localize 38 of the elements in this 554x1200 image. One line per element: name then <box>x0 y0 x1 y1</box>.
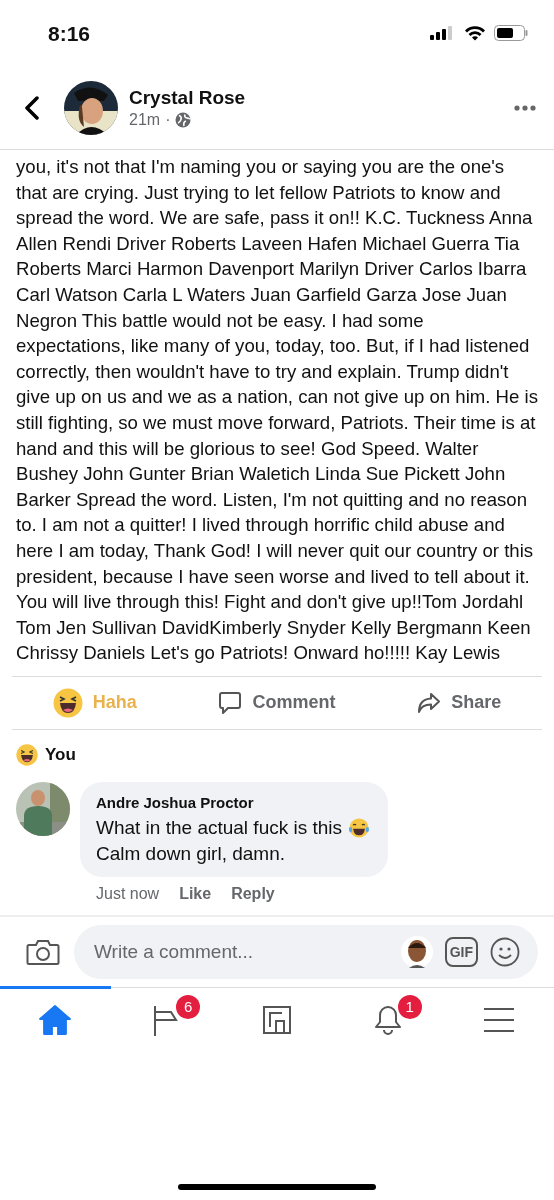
comment-action-link[interactable]: Reply <box>231 884 275 903</box>
comment-text: Calm down girl, damn. <box>96 842 287 865</box>
post-action-button[interactable]: Share <box>409 676 510 729</box>
laughing-face-icon <box>52 687 83 718</box>
comment-action-link[interactable]: Like <box>179 884 212 903</box>
post-time: 21m <box>129 110 161 129</box>
back-icon[interactable] <box>24 95 40 120</box>
camera-icon[interactable] <box>26 937 60 966</box>
menu-icon <box>483 1006 514 1033</box>
home-icon <box>39 1004 72 1035</box>
more-icon[interactable] <box>514 104 536 111</box>
laughing-face-icon <box>16 743 38 766</box>
tears-of-joy-icon <box>348 816 371 839</box>
nav-tab[interactable]: 6 <box>110 985 222 1051</box>
globe-icon <box>175 111 192 128</box>
share-arrow-icon <box>417 691 442 714</box>
author-name[interactable]: Crystal Rose <box>129 86 514 109</box>
separator-dot: · <box>165 110 171 129</box>
flag-icon <box>153 1003 180 1036</box>
avatar-icon[interactable] <box>400 935 433 968</box>
reaction-names[interactable]: You <box>45 744 76 765</box>
notification-badge: 6 <box>176 994 201 1019</box>
gif-button[interactable]: GIF <box>444 936 478 967</box>
commenter-name[interactable]: Andre Joshua Proctor <box>96 793 371 811</box>
comment-input-field[interactable]: Write a comment... GIF <box>74 924 538 979</box>
post-action-button[interactable]: Comment <box>210 676 344 729</box>
smiley-icon[interactable] <box>490 936 520 967</box>
status-time: 8:16 <box>48 22 91 46</box>
battery-icon <box>494 25 528 41</box>
notification-badge: 1 <box>397 994 422 1019</box>
gaming-icon <box>262 1004 292 1035</box>
speech-bubble-icon <box>218 690 243 715</box>
post-text: you, it's not that I'm naming you or saying you are the one's that are crying. Just trying to let fellow Patriots to know and spread the word. We are safe, pass it on!! K.C. Tuckness Anna Allen Rendi Driver Roberts Laveen Hafen Michael Guerra Tia Roberts Marci Harmon Davenport Marilyn Driver Carlos Ibarra Carl Watson Carla L Waters Juan Garfield Garza Jose Juan Negron This battle would not be easy. I had some expectations, like many of you, today, too. But, if I had listened correctly, then wouldn't have to try and explain. Trump didn't give up on us and we as a nation, can not give up on him. He is still fighting, so we must move forward, Patriots. Their time is at hand and this will be glorious to see! God Speed. Walter Bushey John Gunter Brian Waletich Linda Sue Pickett John Barker Spread the word. Listen, I'm not quitting and no reason to. I am not a quitter! I lived through horrific child abuse and here I am today, Thank God! I will never quit our country or this president, because I have seen worse and lived to tell about it. You will live through this! Fight and don't give up!!Tom Jordahl Tom Jen Sullivan DavidKimberly Snyder Kelly Bergmann Keen Chrissy Daniels Let's go Patriots! Onward ho!!!!! Kay Lewis <box>16 155 538 666</box>
comment-time: Just now <box>96 884 160 903</box>
comment-text: What in the actual fuck is this <box>96 816 343 839</box>
wifi-icon <box>464 25 486 41</box>
bell-icon <box>372 1003 403 1036</box>
nav-tab[interactable]: 1 <box>332 985 444 1051</box>
